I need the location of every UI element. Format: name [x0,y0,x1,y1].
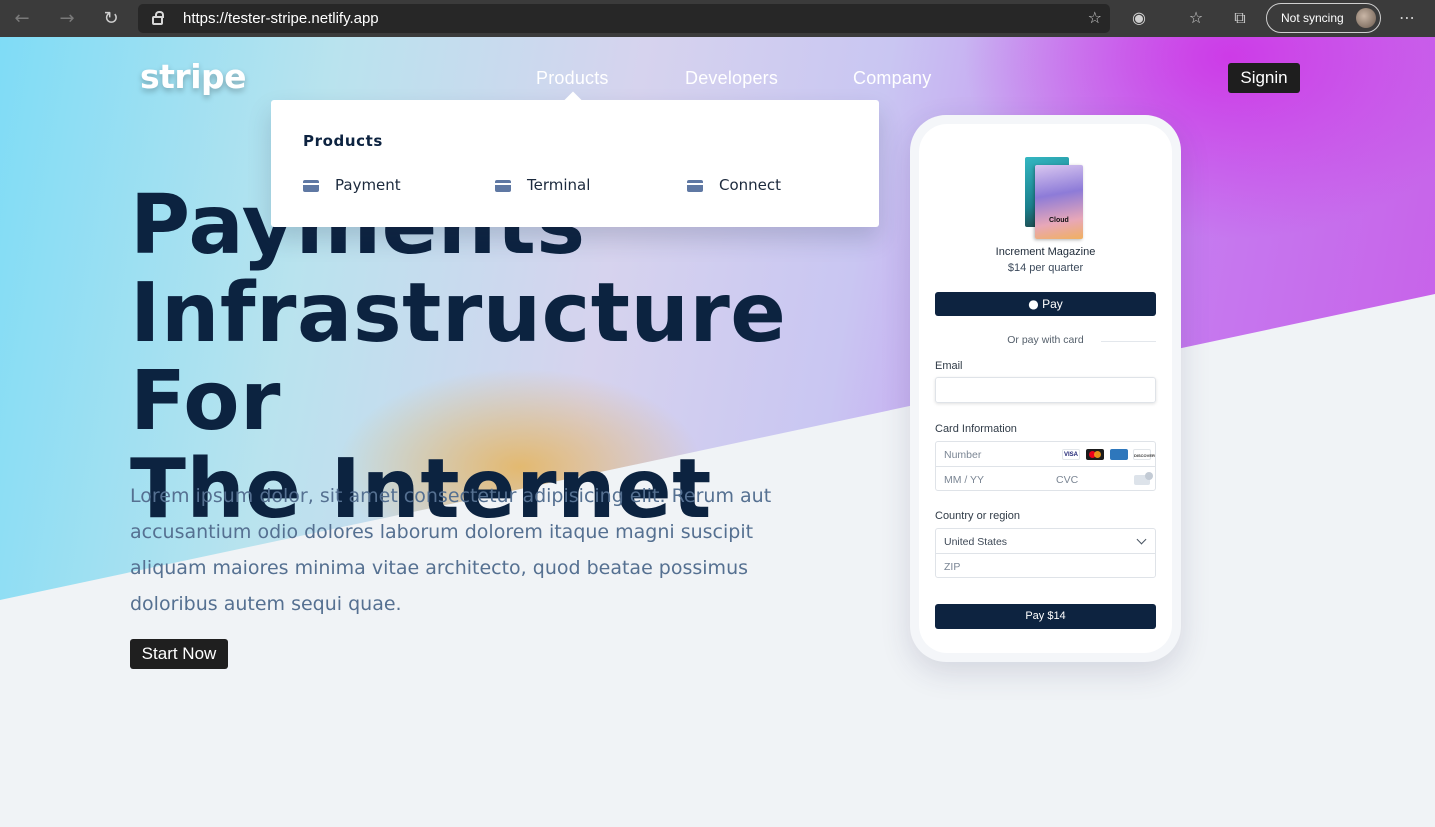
avatar [1356,8,1376,28]
back-arrow-icon[interactable]: ← [10,7,34,31]
start-now-button[interactable]: Start Now [130,639,228,669]
credit-card-icon [303,180,319,192]
profile-sync-button[interactable]: Not syncing [1266,3,1381,33]
apple-icon: ● [1028,297,1039,311]
product-price: $14 per quarter [1007,262,1084,274]
forward-arrow-icon[interactable]: → [55,7,79,31]
mastercard-icon [1086,449,1104,460]
page: stripe Products Developers Company Signi… [0,37,1435,827]
more-icon[interactable]: ⋯ [1396,7,1418,29]
tracking-icon[interactable]: ◉ [1128,7,1150,29]
cvc-card-icon [1134,472,1153,485]
discover-icon: DISCOVER [1133,449,1155,460]
visa-icon: VISA [1062,449,1080,460]
headline-line: Infrastructure For [130,266,787,449]
card-info-label: Card Information [935,423,1017,435]
email-field[interactable] [935,377,1156,403]
address-fields: United States ZIP [935,528,1156,578]
refresh-icon[interactable]: ↻ [99,7,123,31]
credit-card-icon [687,180,703,192]
apple-pay-button[interactable]: ● Pay [935,292,1156,316]
zip-field[interactable]: ZIP [944,561,960,573]
country-label: Country or region [935,510,1020,522]
signin-button[interactable]: Signin [1228,63,1300,93]
email-label: Email [935,360,963,372]
dropdown-item-label: Payment [335,176,401,194]
credit-card-icon [495,180,511,192]
dropdown-item-label: Terminal [527,176,591,194]
favorites-icon[interactable]: ☆ [1185,7,1207,29]
or-pay-label: Or pay with card [1007,334,1084,346]
collections-icon[interactable]: ⧉ [1229,7,1251,29]
sync-label: Not syncing [1281,11,1344,25]
nav-developers[interactable]: Developers [685,68,778,89]
hero-description: Lorem ipsum dolor, sit amet consectetur … [130,485,772,615]
amex-icon [1110,449,1128,460]
phone-mockup: Cloud Increment Magazine $14 per quarter… [910,115,1181,662]
address-bar[interactable]: https://tester-stripe.netlify.app ☆ [138,4,1110,33]
divider-line [1101,341,1156,342]
product-name: Increment Magazine [995,246,1096,258]
cvc-field[interactable]: CVC [1056,474,1078,486]
lock-icon [152,11,164,25]
cover-title: Cloud [1049,217,1069,224]
apple-pay-label: Pay [1042,297,1063,311]
url-text[interactable]: https://tester-stripe.netlify.app [183,10,379,27]
browser-toolbar: ← → ↻ https://tester-stripe.netlify.app … [0,0,1435,37]
or-divider: Or pay with card [935,334,1156,348]
country-select[interactable]: United States [936,529,1155,554]
chevron-down-icon [1136,534,1147,545]
magazine-cover-image: Cloud [1025,157,1085,239]
nav-products[interactable]: Products [536,68,609,89]
nav-company[interactable]: Company [853,68,931,89]
dropdown-title: Products [303,132,383,150]
card-number-field[interactable]: Number VISA DISCOVER [936,442,1155,467]
checkout-form: Cloud Increment Magazine $14 per quarter… [919,124,1172,653]
dropdown-item-label: Connect [719,176,782,194]
pay-button[interactable]: Pay $14 [935,604,1156,629]
card-number-placeholder: Number [944,449,982,461]
card-info-fields: Number VISA DISCOVER MM / YY CVC [935,441,1156,491]
add-favorite-icon[interactable]: ☆ [1088,8,1102,27]
country-value: United States [944,536,1008,548]
products-dropdown: Products Payment Terminal Connect [271,100,879,227]
magazine-front-cover: Cloud [1035,165,1083,239]
logo[interactable]: stripe [140,57,247,96]
expiry-field[interactable]: MM / YY [944,474,984,486]
